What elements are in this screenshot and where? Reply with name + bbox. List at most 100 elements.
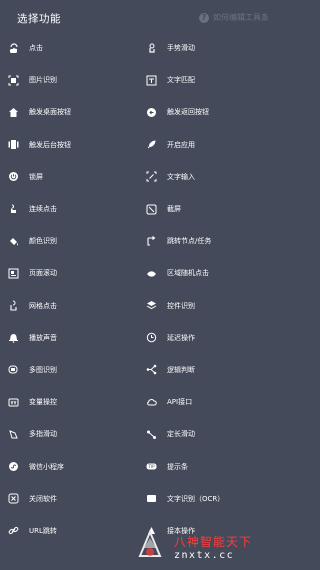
- multi-image-icon: [8, 364, 19, 375]
- function-label: 触发后台按钮: [29, 140, 71, 149]
- function-row: 网格点击 控件识别: [0, 290, 277, 322]
- function-item[interactable]: URL跳转: [0, 525, 138, 536]
- function-item[interactable]: 开启应用: [138, 139, 276, 150]
- miniprogram-icon: [8, 461, 19, 472]
- function-item[interactable]: TIP 提示条: [138, 461, 276, 472]
- function-label: 截屏: [167, 205, 181, 214]
- function-item[interactable]: 颜色识别: [0, 236, 138, 247]
- function-label: 开启应用: [167, 140, 195, 149]
- link-icon: [8, 525, 19, 536]
- function-item[interactable]: 跳转节点/任务: [138, 235, 276, 247]
- function-grid: 点击 手势滑动 图片识别 文字匹配 触发桌面按钮 触发返回按钮 触发后台按钮 开启应用 锁屏 文字…: [0, 32, 277, 547]
- function-item[interactable]: 逻辑判断: [138, 364, 276, 375]
- back-icon: [146, 107, 157, 118]
- function-label: 提示条: [167, 462, 188, 471]
- function-label: 手势滑动: [167, 44, 195, 53]
- paint-bucket-icon: [8, 236, 19, 247]
- function-label: API接口: [167, 398, 193, 407]
- function-label: 微信小程序: [29, 462, 64, 471]
- function-item[interactable]: 点击: [0, 43, 138, 54]
- recents-icon: [8, 139, 19, 150]
- home-icon: [8, 107, 19, 118]
- grid-click-icon: [8, 300, 19, 311]
- function-label: 多图识别: [29, 365, 57, 374]
- function-row: 点击 手势滑动: [0, 32, 277, 64]
- function-picker-panel: 选择功能 ? 如何编辑工具条 点击 手势滑动图片识别 文字匹配触发桌面按钮 触发返回按…: [0, 0, 277, 570]
- branch-icon: [146, 364, 157, 375]
- layers-icon: [146, 300, 157, 311]
- function-label: 接本操作: [167, 526, 195, 535]
- function-label: 连续点击: [29, 205, 57, 214]
- function-item[interactable]: 触发后台按钮: [0, 139, 138, 150]
- help-text: 如何编辑工具条: [213, 13, 269, 22]
- function-label: URL跳转: [29, 526, 57, 535]
- function-item[interactable]: 触发返回按钮: [138, 107, 276, 118]
- function-item[interactable]: 文字匹配: [138, 75, 276, 86]
- watermark-url: znxtx.cc: [174, 550, 235, 561]
- ocr-icon: [146, 493, 157, 504]
- function-row: 连续点击 截屏: [0, 193, 277, 225]
- fixed-swipe-icon: [146, 429, 157, 440]
- function-row: 播放声音 延迟操作: [0, 322, 277, 354]
- help-link[interactable]: ? 如何编辑工具条: [199, 12, 269, 23]
- function-label: 文字输入: [167, 172, 195, 181]
- function-item[interactable]: 文字输入: [138, 171, 276, 182]
- function-item[interactable]: 关闭软件: [0, 493, 138, 504]
- screenshot-icon: [146, 204, 157, 215]
- gesture-swipe-icon: [146, 43, 157, 54]
- rocket-icon: [146, 139, 157, 150]
- function-item[interactable]: 触发桌面按钮: [0, 107, 138, 118]
- function-item[interactable]: 锁屏: [0, 171, 138, 182]
- function-label: 触发桌面按钮: [29, 108, 71, 117]
- function-label: 网格点击: [29, 301, 57, 310]
- svg-text:TIP: TIP: [147, 464, 155, 469]
- function-label: 定长滑动: [167, 430, 195, 439]
- tip-icon: TIP: [146, 461, 157, 472]
- function-item[interactable]: 页面滚动: [0, 268, 138, 279]
- function-item[interactable]: 多图识别: [0, 364, 138, 375]
- function-item[interactable]: 微信小程序: [0, 461, 138, 472]
- function-row: 多图识别 逻辑判断: [0, 354, 277, 386]
- random-click-icon: [146, 268, 157, 279]
- function-label: 颜色识别: [29, 237, 57, 246]
- function-item[interactable]: 截屏: [138, 204, 276, 215]
- jump-icon: [146, 235, 157, 247]
- panel-title: 选择功能: [17, 13, 61, 25]
- function-item[interactable]: 手势滑动: [138, 43, 276, 54]
- function-row: 图片识别 文字匹配: [0, 64, 277, 96]
- function-item[interactable]: 多指滑动: [0, 429, 138, 440]
- function-label: 触发返回按钮: [167, 108, 209, 117]
- help-circle-icon: ?: [199, 12, 209, 23]
- function-label: 文字匹配: [167, 76, 195, 85]
- variable-icon: [8, 397, 19, 408]
- function-item[interactable]: API接口: [138, 397, 276, 408]
- function-item[interactable]: 图片识别: [0, 75, 138, 86]
- function-label: 锁屏: [29, 172, 43, 181]
- multi-finger-icon: [8, 429, 19, 440]
- function-label: 点击: [29, 44, 43, 53]
- text-input-icon: [146, 171, 157, 182]
- function-item[interactable]: 播放声音: [0, 332, 138, 344]
- function-item[interactable]: 控件识别: [138, 300, 276, 311]
- function-label: 跳转节点/任务: [167, 237, 212, 246]
- function-item[interactable]: 连续点击: [0, 204, 138, 215]
- function-item[interactable]: 延迟操作: [138, 332, 276, 343]
- function-row: 触发后台按钮 开启应用: [0, 129, 277, 161]
- function-label: 逻辑判断: [167, 365, 195, 374]
- function-item[interactable]: 文字识别（OCR）: [138, 493, 276, 504]
- function-item[interactable]: 定长滑动: [138, 429, 276, 440]
- function-label: 页面滚动: [29, 269, 57, 278]
- function-item[interactable]: 变量操控: [0, 397, 138, 408]
- function-label: 关闭软件: [29, 494, 57, 503]
- function-row: 页面滚动 区域随机点击: [0, 257, 277, 289]
- function-label: 多指滑动: [29, 430, 57, 439]
- function-item[interactable]: 接本操作: [138, 525, 276, 536]
- function-item[interactable]: 区域随机点击: [138, 268, 276, 279]
- function-item[interactable]: 网格点击: [0, 300, 138, 311]
- function-label: 文字识别（OCR）: [167, 494, 225, 503]
- clock-icon: [146, 332, 157, 343]
- function-label: 区域随机点击: [167, 269, 209, 278]
- panel-header: 选择功能 ? 如何编辑工具条: [0, 0, 277, 34]
- function-row: 关闭软件 文字识别（OCR）: [0, 483, 277, 515]
- function-row: URL跳转 接本操作: [0, 515, 277, 547]
